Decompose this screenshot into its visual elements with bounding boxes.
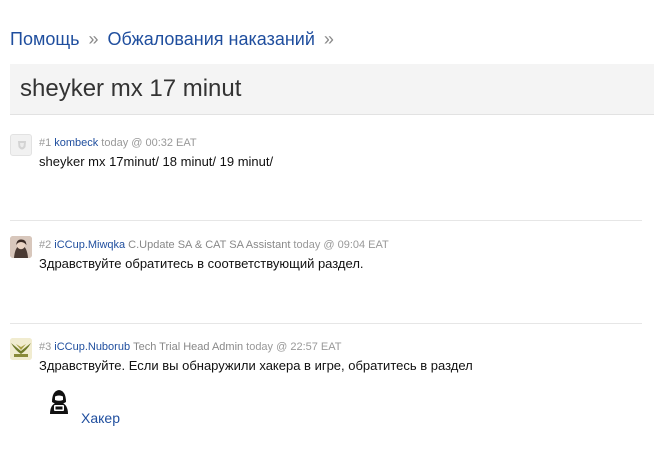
- post-meta: #3 iCCup.Nuborub Tech Trial Head Admin toda…: [39, 340, 342, 354]
- breadcrumb-separator: »: [323, 29, 334, 49]
- forum-topic-page: Помощь » Обжалования наказаний » sheyker mx…: [0, 0, 654, 472]
- breadcrumb-help[interactable]: Помощь: [10, 29, 80, 49]
- post-time: today @ 00:32 EAT: [101, 137, 197, 149]
- emblem-avatar-icon: [10, 338, 32, 360]
- default-avatar-icon: [18, 141, 26, 150]
- breadcrumb: Помощь » Обжалования наказаний »: [10, 28, 343, 50]
- post-author[interactable]: iCCup.Nuborub: [54, 341, 130, 353]
- post-divider: [10, 323, 642, 324]
- post-number[interactable]: #1: [39, 137, 51, 149]
- hacker-section-link[interactable]: Хакер: [81, 410, 120, 426]
- breadcrumb-separator: »: [88, 29, 99, 49]
- post-number[interactable]: #2: [39, 239, 51, 251]
- post-meta: #2 iCCup.Miwqka C.Update SA & CAT SA Assis…: [39, 238, 389, 252]
- avatar[interactable]: [10, 134, 32, 156]
- post-time: today @ 09:04 EAT: [293, 239, 389, 251]
- post-author[interactable]: kombeck: [54, 137, 98, 149]
- post-body: Здравствуйте. Если вы обнаружили хакера …: [39, 358, 473, 373]
- post-author-role: C.Update SA & CAT SA Assistant: [128, 239, 291, 251]
- post-meta: #1 kombeck today @ 00:32 EAT: [39, 136, 197, 150]
- page-title: sheyker mx 17 minut: [20, 75, 242, 102]
- post-author[interactable]: iCCup.Miwqka: [54, 239, 125, 251]
- avatar[interactable]: [10, 236, 32, 258]
- breadcrumb-appeals[interactable]: Обжалования наказаний: [108, 29, 315, 49]
- hacker-icon[interactable]: [46, 388, 72, 414]
- topic-title-bar: sheyker mx 17 minut: [10, 64, 654, 115]
- post-author-role: Tech Trial Head Admin: [133, 341, 244, 353]
- post-body: Здравствуйте обратитесь в соответствующи…: [39, 256, 364, 271]
- post-time: today @ 22:57 EAT: [246, 341, 342, 353]
- post-number[interactable]: #3: [39, 341, 51, 353]
- avatar[interactable]: [10, 338, 32, 360]
- post-divider: [10, 220, 642, 221]
- post-body: sheyker mx 17minut/ 18 minut/ 19 minut/: [39, 154, 274, 169]
- user-photo-icon: [10, 236, 32, 258]
